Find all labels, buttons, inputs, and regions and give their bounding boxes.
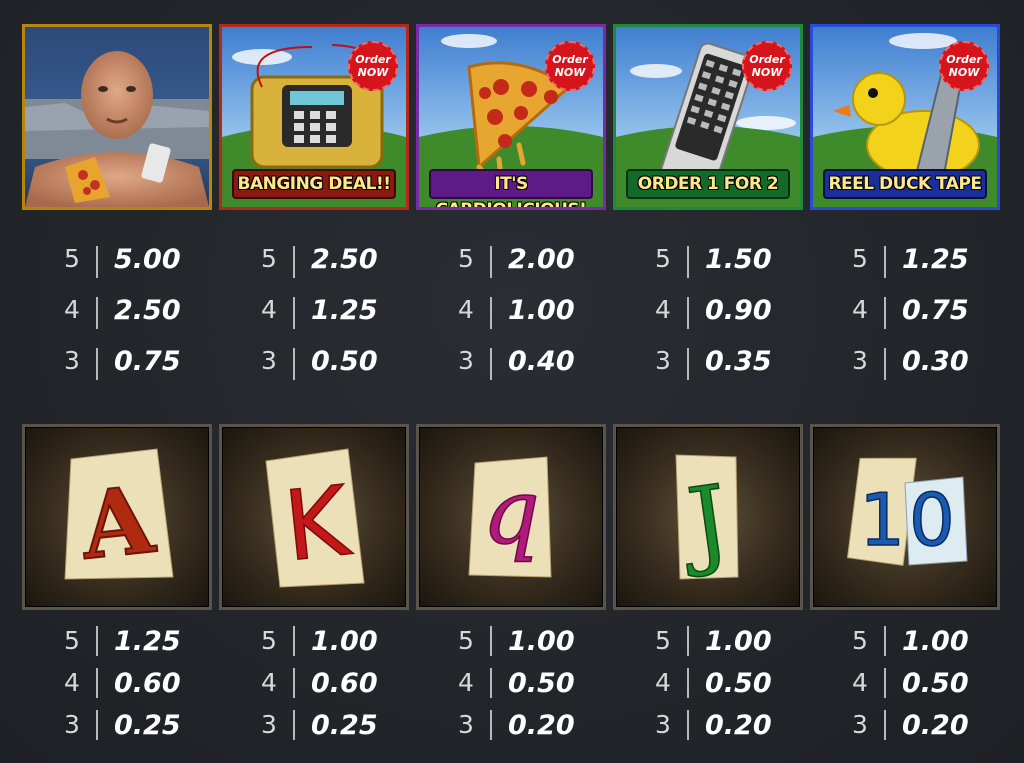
count-3: 3 xyxy=(655,346,671,375)
count-4: 4 xyxy=(852,295,868,324)
payout-3: 0.35 xyxy=(705,346,772,377)
count-3: 3 xyxy=(852,710,868,739)
letter-q-icon: q xyxy=(468,456,552,578)
letter-a: A xyxy=(75,465,160,580)
count-4: 4 xyxy=(261,295,277,324)
symbol-k-tile: K xyxy=(219,424,409,610)
payout-4: 0.60 xyxy=(311,668,378,699)
payout-5: 1.25 xyxy=(114,626,181,657)
payout-5: 1.00 xyxy=(705,626,772,657)
count-4: 4 xyxy=(655,295,671,324)
count-5: 5 xyxy=(852,244,868,273)
order-now-tag: Order NOW xyxy=(348,41,398,91)
count-4: 4 xyxy=(64,295,80,324)
count-3: 3 xyxy=(64,346,80,375)
symbol-bomb-tile: Order NOW BANGING DEAL!! xyxy=(219,24,409,210)
letter-k-icon: K xyxy=(265,448,365,588)
number-10: 10 xyxy=(859,478,959,562)
count-3: 3 xyxy=(458,346,474,375)
banner-label: REEL DUCK TAPE xyxy=(823,169,987,199)
order-now-tag: Order NOW xyxy=(939,41,989,91)
symbol-man-tile xyxy=(22,24,212,210)
count-3: 3 xyxy=(64,710,80,739)
count-4: 4 xyxy=(458,668,474,697)
symbol-q-tile: q xyxy=(416,424,606,610)
payout-3: 0.20 xyxy=(705,710,772,741)
order-now-tag: Order NOW xyxy=(742,41,792,91)
payout-5: 1.00 xyxy=(902,626,969,657)
payout-5: 2.00 xyxy=(508,244,575,275)
count-5: 5 xyxy=(655,244,671,273)
banner-label: BANGING DEAL!! xyxy=(232,169,396,199)
symbol-remote-tile: Order NOW ORDER 1 FOR 2 xyxy=(613,24,803,210)
payout-5: 1.50 xyxy=(705,244,772,275)
count-3: 3 xyxy=(261,710,277,739)
payout-5: 1.00 xyxy=(508,626,575,657)
number-10-icon: 10 xyxy=(846,457,968,566)
count-5: 5 xyxy=(261,626,277,655)
symbol-j-tile: J xyxy=(613,424,803,610)
payout-3: 0.75 xyxy=(114,346,181,377)
payout-5: 5.00 xyxy=(114,244,181,275)
payout-5: 1.25 xyxy=(902,244,969,275)
man-icon xyxy=(25,27,209,207)
count-5: 5 xyxy=(458,626,474,655)
symbol-duck-tile: Order NOW REEL DUCK TAPE xyxy=(810,24,1000,210)
payout-3: 0.25 xyxy=(311,710,378,741)
letter-j-icon: J xyxy=(672,454,739,582)
count-4: 4 xyxy=(458,295,474,324)
count-4: 4 xyxy=(655,668,671,697)
count-5: 5 xyxy=(64,626,80,655)
count-4: 4 xyxy=(852,668,868,697)
payout-4: 0.50 xyxy=(705,668,772,699)
count-5: 5 xyxy=(458,244,474,273)
payout-3: 0.50 xyxy=(311,346,378,377)
count-5: 5 xyxy=(261,244,277,273)
payout-3: 0.20 xyxy=(902,710,969,741)
count-3: 3 xyxy=(852,346,868,375)
count-4: 4 xyxy=(261,668,277,697)
payout-5: 2.50 xyxy=(311,244,378,275)
symbol-10-tile: 10 xyxy=(810,424,1000,610)
payout-3: 0.30 xyxy=(902,346,969,377)
payout-4: 0.50 xyxy=(508,668,575,699)
count-5: 5 xyxy=(64,244,80,273)
payout-3: 0.25 xyxy=(114,710,181,741)
count-3: 3 xyxy=(655,710,671,739)
count-3: 3 xyxy=(458,710,474,739)
payout-4: 0.50 xyxy=(902,668,969,699)
payout-4: 0.75 xyxy=(902,295,969,326)
count-3: 3 xyxy=(261,346,277,375)
letter-q: q xyxy=(482,460,540,565)
payout-4: 1.25 xyxy=(311,295,378,326)
payout-5: 1.00 xyxy=(311,626,378,657)
payout-4: 0.90 xyxy=(705,295,772,326)
count-5: 5 xyxy=(655,626,671,655)
payout-4: 2.50 xyxy=(114,295,181,326)
letter-a-icon: A xyxy=(64,448,174,582)
payout-3: 0.20 xyxy=(508,710,575,741)
banner-label: ORDER 1 FOR 2 xyxy=(626,169,790,199)
symbol-pizza-tile: Order NOW IT'S CARDIOLICIOUS! xyxy=(416,24,606,210)
count-4: 4 xyxy=(64,668,80,697)
payout-4: 1.00 xyxy=(508,295,575,326)
order-now-tag: Order NOW xyxy=(545,41,595,91)
banner-label: IT'S CARDIOLICIOUS! xyxy=(429,169,593,207)
payout-4: 0.60 xyxy=(114,668,181,699)
symbol-a-tile: A xyxy=(22,424,212,610)
count-5: 5 xyxy=(852,626,868,655)
payout-3: 0.40 xyxy=(508,346,575,377)
